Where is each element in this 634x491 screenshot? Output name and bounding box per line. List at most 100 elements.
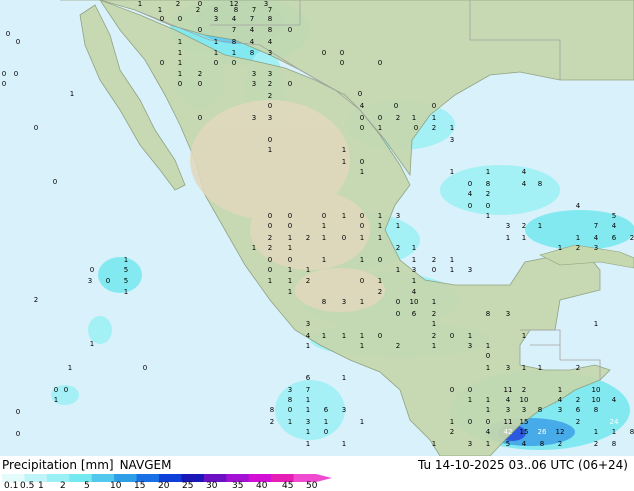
precip-value-label: 0 [288,222,292,230]
precip-value-label: 1 [468,396,472,404]
precip-value-label: 1 [342,146,346,154]
precip-value-label: 1 [450,168,454,176]
precip-value-label: 0 [268,136,272,144]
precip-value-label: 2 [576,396,580,404]
precip-value-label: 8 [594,406,598,414]
precip-value-label: 2 [432,124,436,132]
precip-value-label: 2 [198,70,202,78]
precip-value-label: 0 [450,386,454,394]
precip-value-label: 3 [288,386,292,394]
precip-value-label: 0 [214,59,218,67]
precip-value-label: 3 [450,136,454,144]
precip-value-label: 1 [288,266,292,274]
precip-value-label: 1 [324,418,328,426]
precip-value-label: 1 [90,340,94,348]
precip-value-label: 1 [412,256,416,264]
precip-value-label: 1 [432,342,436,350]
precip-value-label: 3 [306,418,310,426]
precip-value-label: 4 [486,428,491,436]
precip-value-label: 0 [396,298,400,306]
precip-value-label: 6 [412,310,417,318]
precip-value-label: 1 [594,320,598,328]
precip-value-label: 0 [2,70,6,78]
precip-value-label: 1 [486,212,490,220]
precip-value-label: 0 [288,80,292,88]
precip-value-label: 1 [288,244,292,252]
precip-value-label: 0 [468,386,472,394]
precip-value-label: 1 [178,49,182,57]
precip-value-label: 1 [322,256,326,264]
precip-value-label: 3 [88,277,92,285]
precip-value-label: 1 [306,266,310,274]
precip-value-label: 8 [630,428,634,436]
precip-value-label: 4 [612,222,617,230]
precip-value-label: 1 [450,266,454,274]
precipitation-map[interactable]: 000 00100203 01551110 010001 2 0 12 31 2 8 8 7 70 0 3 4… [0,0,634,456]
precip-value-label: 1 [322,222,326,230]
precip-value-label: 1 [342,158,346,166]
precip-value-label: 0 [378,114,382,122]
precip-value-label: 0 [358,90,362,98]
precip-value-label: 0 [486,202,490,210]
precip-value-label: 1 [268,277,272,285]
precip-value-label: 1 [360,342,364,350]
precip-value-label: 0 [160,59,164,67]
precip-value-label: 0 [106,277,110,285]
precip-value-label: 11 [504,386,513,394]
precip-value-label: 4 [360,102,365,110]
precip-value-label: 3 [558,406,562,414]
precip-value-label: 1 [450,418,454,426]
precip-value-label: 5 [124,277,128,285]
precip-value-label: 0 [360,114,364,122]
precip-value-label: 3 [342,298,346,306]
precip-value-label: 0 [288,26,292,34]
precip-value-label: 4 [250,26,255,34]
precip-value-label: 1 [178,70,182,78]
precip-value-label: 0 [432,266,436,274]
precip-value-label: 4 [232,15,237,23]
precip-value-label: 2 [576,418,580,426]
precip-value-label: 2 [576,364,580,372]
precip-value-label: 8 [288,396,292,404]
precip-value-label: 2 [450,428,454,436]
precip-value-label: 1 [360,256,364,264]
precip-value-label: 0 [268,266,272,274]
precip-value-label: 1 [378,124,382,132]
precip-value-label: 1 [486,406,490,414]
precip-value-label: 1 [576,234,580,242]
precip-value-label: 1 [396,222,400,230]
precip-value-label: 10 [520,396,529,404]
precip-value-label: 0 [360,277,364,285]
precip-value-label: 0 [394,102,398,110]
precip-value-label: 1 [432,298,436,306]
precip-value-label: 3 [306,320,310,328]
model-name: NAVGEM [119,458,172,472]
precip-value-label: 2 [176,0,180,8]
precip-value-label: 1 [252,244,256,252]
precip-value-label: 2 [378,288,382,296]
precip-value-label: 1 [288,277,292,285]
precip-value-label: 0 [16,38,20,46]
precip-value-label: 3 [468,342,472,350]
precip-value-label: 1 [322,332,326,340]
precip-value-label: 0 [486,418,490,426]
precip-value-label: 1 [432,440,436,448]
precip-value-label: 0 [14,70,18,78]
precip-value-label: 2 [306,234,310,242]
precip-value-label: 0 [268,102,272,110]
precip-value-label: 4 [250,38,255,46]
precip-value-label: 2 [396,114,400,122]
precip-value-label: 0 [450,332,454,340]
precip-value-label: 0 [360,222,364,230]
precip-value-label: 0 [232,59,236,67]
precip-value-label: 0 [396,310,400,318]
precip-value-label: 1 [288,418,292,426]
precip-value-label: 2 [522,386,526,394]
precip-value-label: 3 [252,114,256,122]
precip-value-label: 42 [504,428,513,436]
precip-value-label: 1 [486,440,490,448]
precip-value-label: 26 [538,428,547,436]
precip-value-label: 4 [522,168,527,176]
precip-value-label: 0 [468,202,472,210]
precip-value-label: 3 [468,266,472,274]
